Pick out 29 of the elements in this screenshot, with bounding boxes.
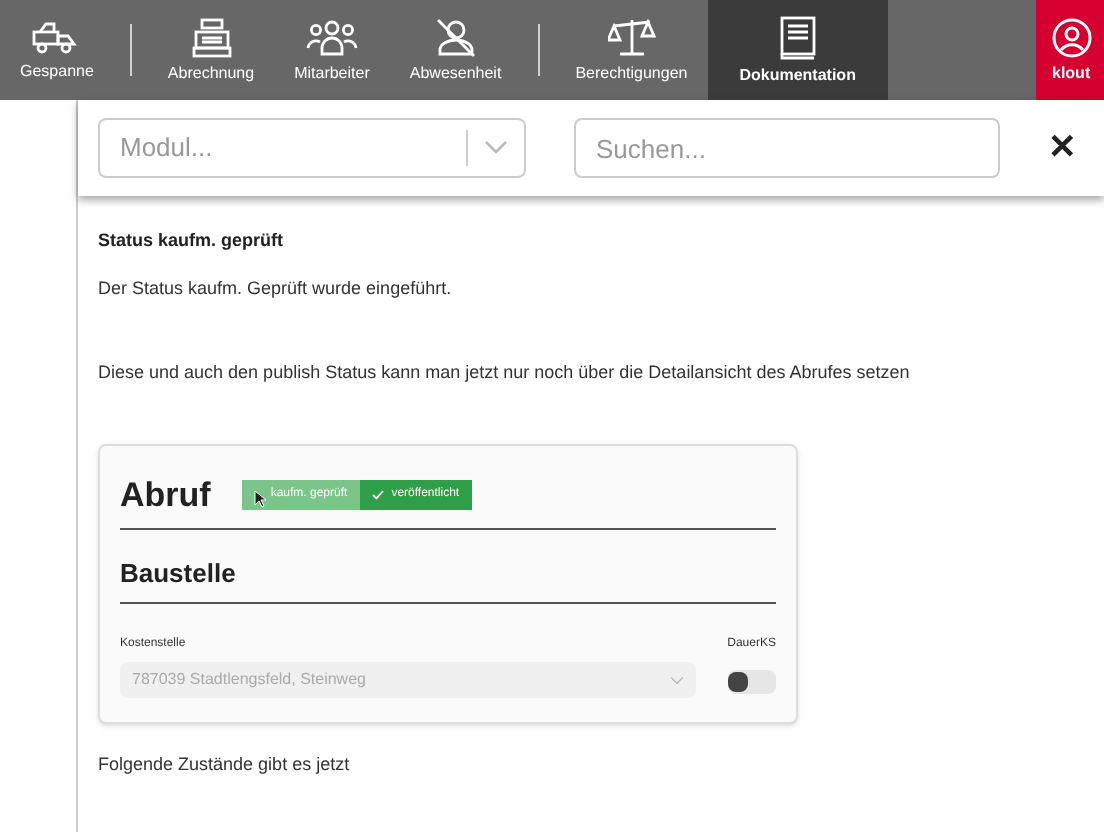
- cash-register-icon: [191, 18, 231, 58]
- nav-item[interactable]: Berechtigungen: [555, 0, 708, 100]
- people-icon: [305, 18, 358, 58]
- nav-item[interactable]: Abrechnung: [147, 0, 275, 100]
- card-heading: Abruf: [120, 473, 211, 517]
- nav-item[interactable]: Gespanne: [0, 0, 114, 100]
- book-icon: [779, 16, 816, 60]
- cursor-icon: [254, 489, 267, 508]
- nav-item[interactable]: Mitarbeiter: [274, 0, 390, 100]
- chevron-down-icon: [669, 675, 684, 685]
- toggle-switch[interactable]: [727, 670, 776, 694]
- nav-item[interactable]: Dokumentation: [707, 0, 888, 100]
- user-icon: [1052, 18, 1092, 58]
- paragraph: Folgende Zustände gibt es jetzt: [98, 751, 352, 778]
- paragraph: Diese und auch den publish Status kann man jetzt nur noch über die Detailansicht des Abrufes setzen: [98, 360, 912, 386]
- article-title: Status kaufm. geprüft: [98, 228, 286, 254]
- search-field[interactable]: Suchen...: [574, 118, 1000, 178]
- check-icon: [371, 489, 384, 500]
- user-button[interactable]: klout: [1036, 0, 1104, 100]
- person-crossed-out-icon: [433, 18, 478, 58]
- scale-icon: [607, 18, 656, 58]
- module-select[interactable]: Modul...: [98, 118, 526, 178]
- truck-icon: [32, 20, 81, 56]
- module-placeholder: Modul...: [118, 130, 215, 167]
- chevron-down-icon: [484, 140, 508, 156]
- close-button[interactable]: ✕: [1048, 122, 1076, 174]
- section-heading: Baustelle: [120, 558, 236, 588]
- paragraph: Der Status kaufm. Geprüft wurde eingeführt.: [98, 275, 454, 302]
- nav-item[interactable]: Abwesenheit: [389, 0, 522, 100]
